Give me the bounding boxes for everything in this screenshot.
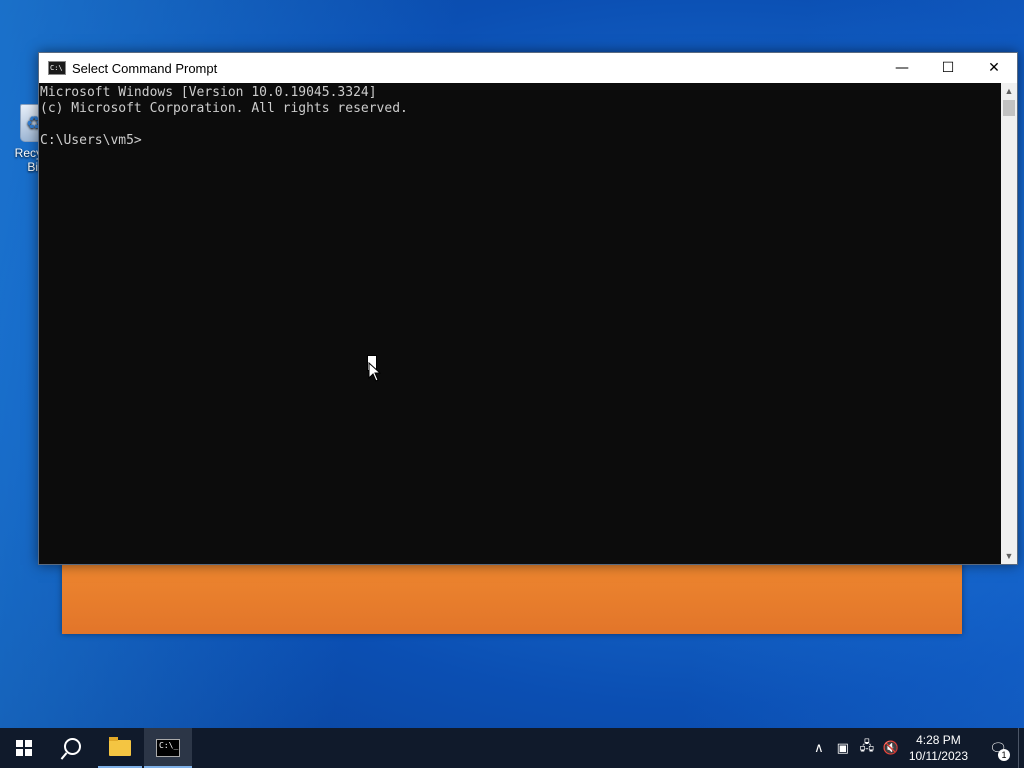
search-button[interactable] — [48, 728, 96, 768]
file-explorer-button[interactable] — [96, 728, 144, 768]
command-prompt-taskbar-button[interactable]: C:\_ — [144, 728, 192, 768]
folder-icon — [109, 737, 131, 756]
vertical-scrollbar[interactable]: ▲ ▼ — [1001, 83, 1017, 564]
notification-badge: 1 — [998, 749, 1010, 761]
clock-time: 4:28 PM — [916, 733, 961, 747]
clock-date: 10/11/2023 — [908, 749, 968, 763]
chevron-up-icon[interactable]: ∧ — [807, 741, 831, 756]
close-button[interactable]: ✕ — [971, 53, 1017, 83]
mouse-pointer-icon — [368, 362, 382, 382]
scroll-down-icon[interactable]: ▼ — [1001, 548, 1017, 564]
console-line: (c) Microsoft Corporation. All rights re… — [40, 101, 408, 116]
volume-muted-icon[interactable]: 🔇 — [879, 741, 903, 756]
console-output[interactable]: Microsoft Windows [Version 10.0.19045.33… — [39, 83, 1001, 564]
search-icon — [63, 737, 81, 755]
scroll-up-icon[interactable]: ▲ — [1001, 83, 1017, 99]
minimize-button[interactable]: — — [879, 53, 925, 83]
notification-center-button[interactable]: 🗨 1 — [978, 728, 1018, 768]
show-desktop-button[interactable] — [1018, 728, 1024, 768]
windows-start-icon — [16, 740, 32, 756]
console-line: Microsoft Windows [Version 10.0.19045.33… — [40, 85, 377, 100]
console-prompt: C:\Users\vm5> — [40, 133, 142, 148]
taskbar: C:\_ ∧ ▣ 🖧 🔇 4:28 PM 10/11/2023 🗨 1 — [0, 728, 1024, 768]
start-button[interactable] — [0, 728, 48, 768]
network-icon[interactable]: 🖧 — [855, 737, 879, 759]
clock[interactable]: 4:28 PM 10/11/2023 — [903, 732, 978, 764]
cmd-icon: C:\ — [48, 61, 66, 75]
cmd-icon: C:\_ — [156, 739, 180, 757]
security-icon[interactable]: ▣ — [831, 741, 855, 756]
console-line: ​ — [40, 117, 1001, 133]
maximize-button[interactable]: ☐ — [925, 53, 971, 83]
command-prompt-window[interactable]: C:\ Select Command Prompt — ☐ ✕ Microsof… — [38, 52, 1018, 565]
window-title: Select Command Prompt — [72, 60, 218, 76]
system-tray: ∧ ▣ 🖧 🔇 4:28 PM 10/11/2023 🗨 1 — [807, 728, 1024, 768]
title-bar[interactable]: C:\ Select Command Prompt — ☐ ✕ — [39, 53, 1017, 83]
scroll-thumb[interactable] — [1003, 100, 1015, 116]
